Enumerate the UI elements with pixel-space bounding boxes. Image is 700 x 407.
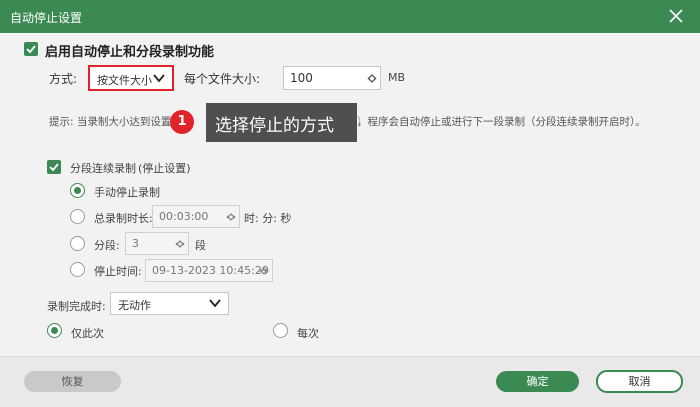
stoptime-value: 09-13-2023 10:45:29	[152, 264, 269, 277]
window-title: 自动停止设置	[10, 11, 83, 25]
chevron-down-icon	[208, 297, 222, 312]
ok-button[interactable]: 确定	[496, 371, 579, 392]
radio-duration[interactable]	[70, 209, 85, 224]
method-value: 按文件大小	[97, 74, 152, 87]
duration-input[interactable]: 00:03:00	[152, 205, 240, 228]
cancel-button[interactable]: 取消	[596, 370, 683, 393]
radio-segments[interactable]	[70, 236, 85, 251]
method-select[interactable]: 按文件大小	[88, 65, 174, 91]
check-icon	[49, 163, 59, 172]
once-label: 仅此次	[71, 327, 104, 340]
segments-value: 3	[132, 237, 139, 250]
spin-down-icon[interactable]	[175, 238, 185, 252]
radio-manual[interactable]	[70, 183, 85, 198]
enable-label: 启用自动停止和分段录制功能	[45, 45, 215, 60]
radio-stoptime[interactable]	[70, 262, 85, 277]
enable-checkbox[interactable]	[24, 42, 38, 56]
step-badge: 1	[170, 110, 194, 134]
chevron-down-icon	[152, 72, 166, 87]
tooltip-text: 选择停止的方式	[215, 116, 334, 136]
title-bar: 自动停止设置	[0, 0, 700, 33]
close-icon[interactable]	[666, 6, 686, 26]
filesize-label: 每个文件大小:	[184, 72, 261, 86]
filesize-input[interactable]: 100	[283, 66, 381, 90]
spin-down-icon[interactable]	[367, 73, 377, 87]
check-icon	[26, 45, 36, 54]
segments-unit: 段	[195, 239, 206, 252]
segments-input[interactable]: 3	[125, 232, 189, 255]
stoptime-input[interactable]: 09-13-2023 10:45:29	[145, 259, 273, 282]
duration-unit: 时: 分: 秒	[244, 212, 292, 225]
filesize-unit: MB	[388, 71, 406, 84]
spin-down-icon[interactable]	[226, 211, 236, 225]
filesize-value: 100	[290, 71, 313, 85]
manual-label: 手动停止录制	[94, 186, 160, 199]
after-label: 录制完成时:	[47, 300, 106, 313]
segment-sub: (停止设置)	[138, 162, 191, 175]
hint-suffix: ，程序会自动停止或进行下一段录制（分段连续录制开启时）。	[357, 116, 646, 128]
after-select[interactable]: 无动作	[110, 292, 229, 315]
radio-once[interactable]	[47, 323, 62, 338]
after-value: 无动作	[118, 299, 151, 312]
hint-prefix: 提示: 当录制大小达到设置值	[49, 116, 182, 128]
every-label: 每次	[297, 327, 319, 340]
duration-value: 00:03:00	[159, 210, 209, 223]
method-label: 方式:	[49, 72, 78, 86]
tooltip: 选择停止的方式	[206, 103, 357, 142]
duration-label: 总录制时长:	[94, 212, 153, 225]
segment-checkbox[interactable]	[47, 160, 61, 174]
radio-every[interactable]	[273, 323, 288, 338]
spin-down-icon[interactable]	[259, 265, 269, 279]
segment-label: 分段连续录制	[70, 162, 136, 175]
stoptime-label: 停止时间:	[94, 265, 142, 278]
reset-button[interactable]: 恢复	[24, 371, 121, 392]
segments-label: 分段:	[94, 239, 120, 252]
